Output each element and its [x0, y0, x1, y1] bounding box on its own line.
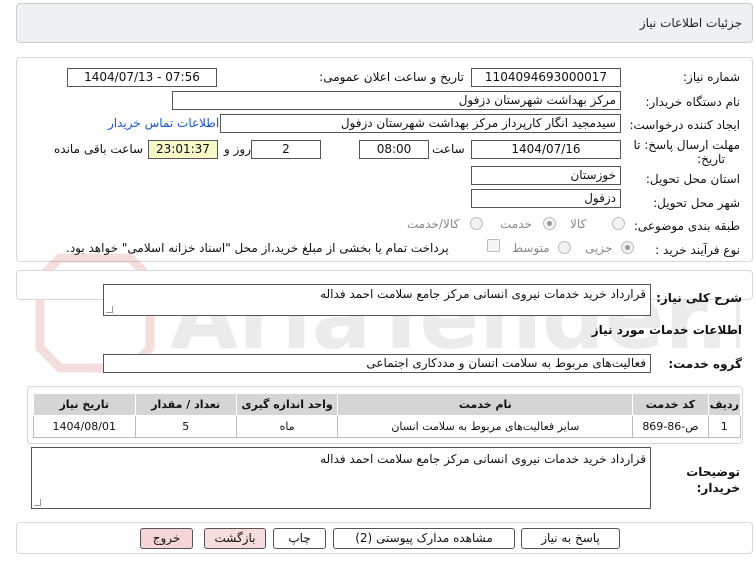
cell-quantity: 5: [134, 415, 237, 438]
buyer-notes-resize-handle[interactable]: [34, 499, 41, 506]
cell-service-code: ص-86-869: [632, 415, 709, 438]
cell-service-name: سایر فعالیت‌های مربوط به سلامت انسان: [337, 415, 634, 438]
exit-button[interactable]: خروج: [140, 528, 193, 549]
cell-row: 1: [707, 415, 742, 438]
table-header-row: ردیف کد خدمت نام خدمت واحد اندازه گیری ت…: [33, 393, 742, 416]
service-group-label: گروه خدمت:: [668, 357, 742, 371]
city-label: شهر محل تحویل:: [653, 196, 740, 210]
services-table: ردیف کد خدمت نام خدمت واحد اندازه گیری ت…: [33, 393, 742, 438]
cell-unit: ماه: [235, 415, 339, 438]
creator-field: سیدمجید انگار کارپرداز مرکز بهداشت شهرست…: [220, 114, 621, 133]
need-number-label: شماره نیاز:: [683, 70, 740, 84]
reply-button[interactable]: پاسخ به نیاز: [521, 528, 620, 549]
process-minor-label: جزیی: [585, 241, 613, 255]
category-goods-radio[interactable]: [612, 217, 625, 230]
services-section-title: اطلاعات خدمات مورد نیاز: [591, 323, 742, 337]
col-unit: واحد اندازه گیری: [235, 393, 339, 416]
category-label: طبقه بندی موضوعی:: [633, 219, 740, 233]
buyer-notes-label-1: توضیحات: [686, 465, 740, 479]
category-service-radio[interactable]: [543, 217, 556, 230]
category-service-label: خدمت: [500, 217, 532, 231]
category-goods-label: کالا: [570, 217, 587, 231]
col-row: ردیف: [707, 393, 742, 416]
deadline-label-2: تاریخ:: [697, 152, 725, 166]
remaining-time-label: ساعت باقی مانده: [54, 142, 144, 156]
col-service-name: نام خدمت: [337, 393, 634, 416]
process-medium-label: متوسط: [512, 241, 550, 255]
remaining-time-field: 23:01:37: [148, 140, 218, 159]
province-label: استان محل تحویل:: [645, 172, 740, 186]
summary-label: شرح کلی نیاز:: [656, 291, 742, 305]
attachments-button[interactable]: مشاهده مدارک پیوستی (2): [333, 528, 515, 549]
col-need-date: تاریخ نیاز: [33, 393, 136, 416]
remaining-days-field: 2: [251, 140, 321, 159]
buyer-notes-label-2: خریدار:: [696, 481, 740, 495]
treasury-payment-checkbox[interactable]: [487, 239, 500, 252]
col-service-code: کد خدمت: [632, 393, 709, 416]
deadline-label-1: مهلت ارسال پاسخ: تا: [633, 138, 740, 152]
announce-label: تاریخ و ساعت اعلان عمومی:: [319, 70, 464, 84]
treasury-payment-note: پرداخت تمام یا بخشی از مبلغ خرید،از محل …: [66, 241, 449, 255]
buyer-notes-textarea[interactable]: قرارداد خرید خدمات نیروی انسانی مرکز جام…: [31, 447, 651, 509]
province-field: خوزستان: [471, 166, 621, 185]
deadline-date-field: 1404/07/16: [471, 140, 621, 159]
print-button[interactable]: چاپ: [273, 528, 326, 549]
days-label: روز و: [224, 142, 251, 156]
summary-textarea[interactable]: قرارداد خرید خدمات نیروی انسانی مرکز جام…: [103, 284, 651, 316]
table-row: 1 ص-86-869 سایر فعالیت‌های مربوط به سلام…: [33, 415, 742, 438]
contact-buyer-link[interactable]: اطلاعات تماس خریدار: [108, 116, 219, 130]
cell-need-date: 1404/08/01: [33, 415, 136, 438]
creator-label: ایجاد کننده درخواست:: [629, 118, 740, 132]
process-label: نوع فرآیند خرید :: [655, 243, 740, 257]
service-group-field: فعالیت‌های مربوط به سلامت انسان و مددکار…: [103, 354, 651, 373]
process-medium-radio[interactable]: [558, 241, 571, 254]
need-number-field: 1104094693000017: [471, 68, 621, 87]
summary-resize-handle[interactable]: [106, 306, 113, 313]
city-field: دزفول: [471, 189, 621, 208]
buyer-org-label: نام دستگاه خریدار:: [645, 95, 741, 109]
page-title: جزئیات اطلاعات نیاز: [639, 16, 742, 30]
deadline-time-field: 08:00: [359, 140, 429, 159]
page-header: جزئیات اطلاعات نیاز: [16, 3, 753, 43]
buyer-org-field: مرکز بهداشت شهرستان دزفول: [172, 91, 621, 110]
process-minor-radio[interactable]: [621, 241, 634, 254]
back-button[interactable]: بازگشت: [204, 528, 266, 549]
category-goods-service-label: کالا/خدمت: [407, 217, 460, 231]
deadline-time-label: ساعت: [432, 142, 465, 156]
category-goods-service-radio[interactable]: [470, 217, 483, 230]
col-quantity: تعداد / مقدار: [134, 393, 237, 416]
announce-field: 1404/07/13 - 07:56: [67, 68, 217, 87]
